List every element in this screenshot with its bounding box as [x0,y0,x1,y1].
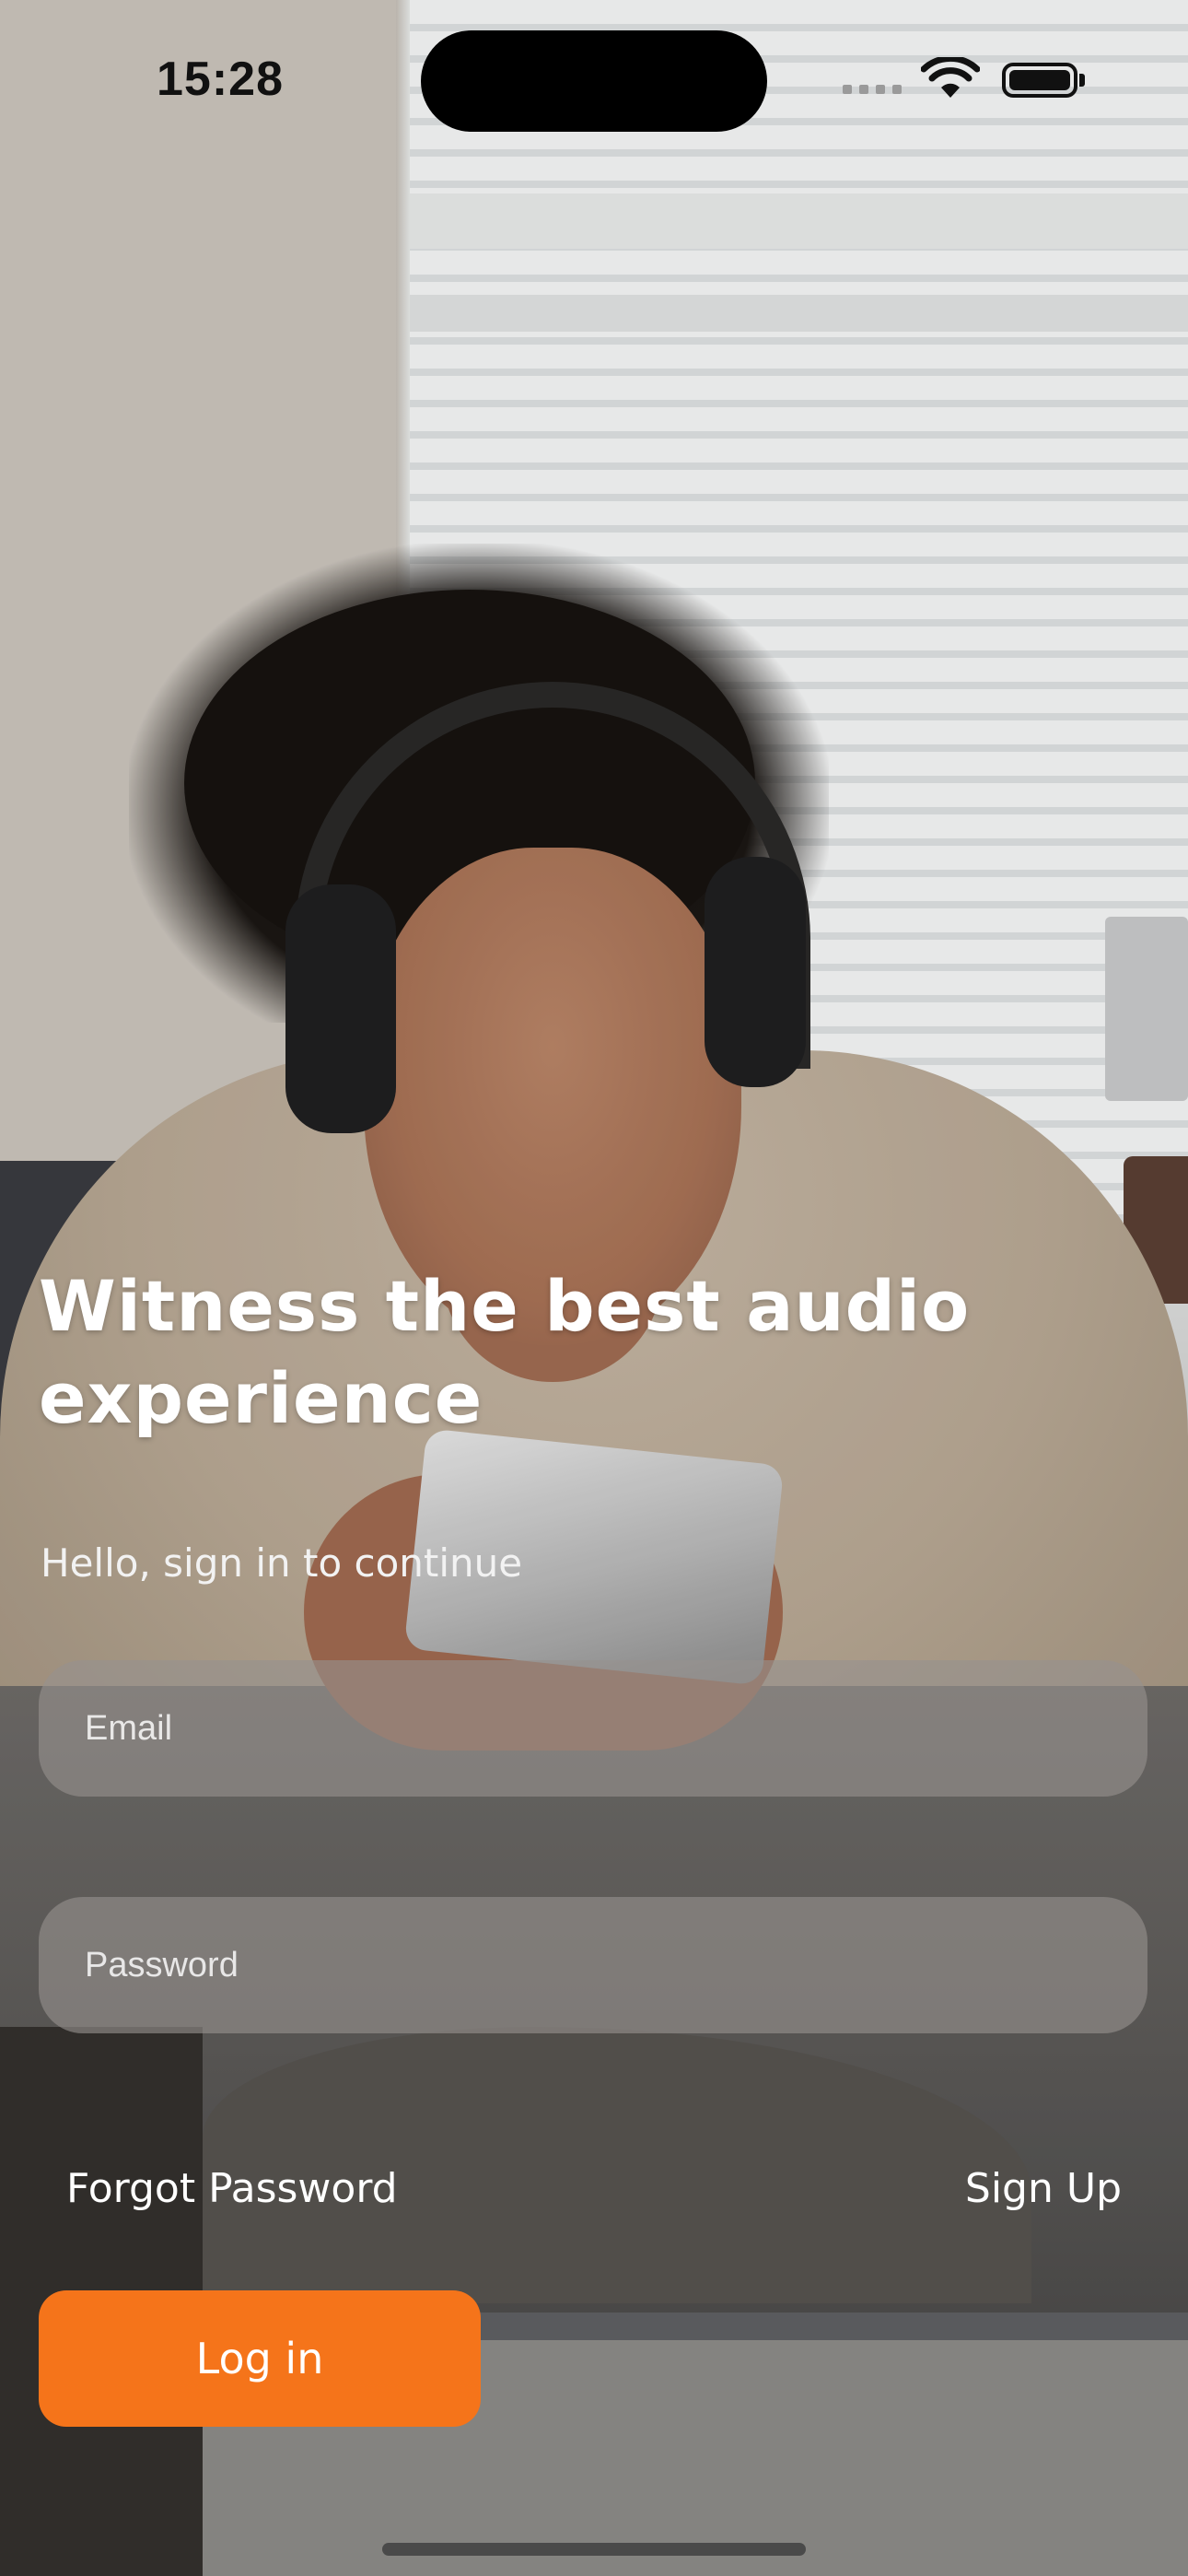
headline: Witness the best audio experience [39,1265,971,1439]
login-screen: 15:28 Witness the best audio experience … [0,0,1188,2576]
battery-icon [1002,63,1077,98]
home-indicator[interactable] [382,2543,806,2556]
cellular-signal-icon [843,85,902,94]
email-field[interactable] [39,1660,1147,1797]
email-input[interactable] [83,1707,1147,1750]
subtitle: Hello, sign in to continue [41,1540,523,1586]
login-button[interactable]: Log in [39,2290,481,2427]
password-input[interactable] [83,1944,1147,1986]
password-field[interactable] [39,1897,1147,2033]
sign-up-link[interactable]: Sign Up [965,2165,1122,2212]
dynamic-island [421,30,767,132]
forgot-password-link[interactable]: Forgot Password [66,2165,398,2212]
status-time: 15:28 [157,53,284,106]
battery-cap [1079,74,1085,87]
wifi-icon [921,57,980,98]
